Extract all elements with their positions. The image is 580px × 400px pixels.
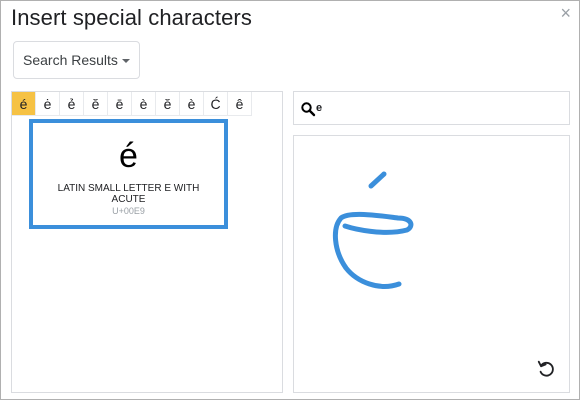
close-icon[interactable]: × (560, 3, 571, 23)
result-char-cell[interactable]: Ć (204, 92, 228, 116)
search-icon (301, 102, 316, 117)
preview-char-code: U+00E9 (112, 206, 145, 216)
insert-special-characters-dialog: Insert special characters × Search Resul… (0, 0, 580, 400)
category-dropdown[interactable]: Search Results (13, 41, 140, 79)
result-char-cell[interactable]: è (132, 92, 156, 116)
result-char-cell[interactable]: ē (108, 92, 132, 116)
results-grid: é ė ẻ ĕ ē è ĕ è Ć ê (12, 92, 252, 116)
result-char-cell[interactable]: ê (228, 92, 252, 116)
results-panel: é ė ẻ ĕ ē è ĕ è Ć ê é LATIN SMALL LETTER… (11, 91, 283, 393)
char-preview-tooltip: é LATIN SMALL LETTER E WITH ACUTE U+00E9 (29, 119, 228, 229)
result-char-cell[interactable]: è (180, 92, 204, 116)
result-char-cell[interactable]: ĕ (156, 92, 180, 116)
dialog-title: Insert special characters (11, 5, 252, 30)
result-char-cell[interactable]: é (12, 92, 36, 116)
preview-char: é (119, 137, 138, 175)
handwriting-stroke (332, 171, 414, 289)
search-input[interactable] (316, 98, 556, 118)
handwriting-canvas[interactable] (293, 135, 570, 393)
result-char-cell[interactable]: ė (36, 92, 60, 116)
preview-char-name: LATIN SMALL LETTER E WITH ACUTE (57, 183, 200, 205)
result-char-cell[interactable]: ĕ (84, 92, 108, 116)
undo-icon[interactable] (536, 358, 558, 380)
search-field[interactable] (293, 91, 570, 125)
chevron-down-icon (122, 59, 130, 63)
result-char-cell[interactable]: ẻ (60, 92, 84, 116)
category-dropdown-label: Search Results (23, 52, 118, 68)
